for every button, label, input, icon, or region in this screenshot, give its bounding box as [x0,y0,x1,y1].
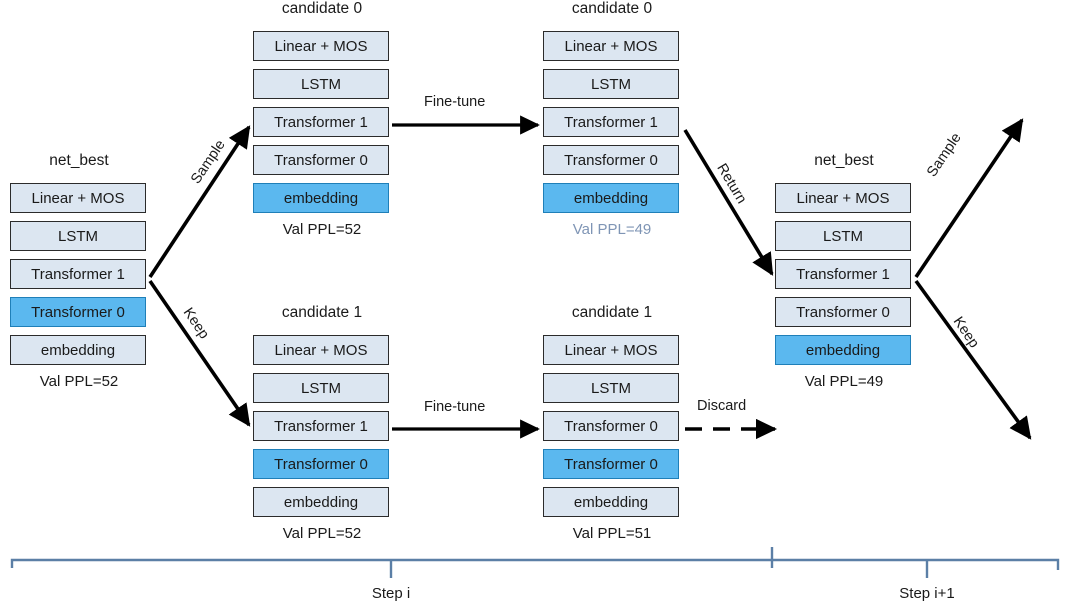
stack-title: candidate 0 [571,0,653,17]
stack-title: candidate 0 [281,0,363,17]
layer-embedding[interactable]: embedding [253,183,389,213]
layer-linear-mos[interactable]: Linear + MOS [775,183,911,213]
layer-lstm[interactable]: LSTM [775,221,911,251]
layer-transformer-0[interactable]: Transformer 0 [543,145,679,175]
stack-caption: Val PPL=52 [282,221,362,238]
layer-transformer-1[interactable]: Transformer 1 [253,411,389,441]
layer-transformer-0-upper[interactable]: Transformer 0 [543,411,679,441]
stack-caption: Val PPL=49 [804,373,884,390]
layer-embedding[interactable]: embedding [10,335,146,365]
layer-lstm[interactable]: LSTM [10,221,146,251]
stack-title: candidate 1 [281,304,363,321]
arrow-keep-left [148,279,251,427]
stack-caption: Val PPL=49 [572,221,652,238]
layer-embedding[interactable]: embedding [253,487,389,517]
layer-lstm[interactable]: LSTM [253,373,389,403]
layer-transformer-0-lower[interactable]: Transformer 0 [543,449,679,479]
stack-caption: Val PPL=51 [572,525,652,542]
layer-embedding[interactable]: embedding [543,183,679,213]
layer-linear-mos[interactable]: Linear + MOS [253,31,389,61]
diagram-canvas: net_best Linear + MOS LSTM Transformer 1… [0,0,1071,610]
arrow-sample-left [148,125,251,278]
stack-title: net_best [814,152,874,169]
arrow-label-fine-tune-top: Fine-tune [424,94,486,110]
step-label-next: Step i+1 [899,585,955,602]
bracket-step-i-next [772,558,1060,570]
arrow-keep-right [914,279,1032,440]
layer-transformer-1[interactable]: Transformer 1 [10,259,146,289]
layer-lstm[interactable]: LSTM [253,69,389,99]
layer-transformer-0[interactable]: Transformer 0 [775,297,911,327]
stack-caption: Val PPL=52 [282,525,362,542]
layer-embedding[interactable]: embedding [543,487,679,517]
layer-transformer-0[interactable]: Transformer 0 [253,449,389,479]
layer-embedding[interactable]: embedding [775,335,911,365]
layer-linear-mos[interactable]: Linear + MOS [10,183,146,213]
layer-linear-mos[interactable]: Linear + MOS [543,31,679,61]
layer-transformer-1[interactable]: Transformer 1 [775,259,911,289]
layer-linear-mos[interactable]: Linear + MOS [543,335,679,365]
stack-caption: Val PPL=52 [39,373,119,390]
layer-lstm[interactable]: LSTM [543,69,679,99]
layer-transformer-1[interactable]: Transformer 1 [543,107,679,137]
layer-transformer-0[interactable]: Transformer 0 [253,145,389,175]
layer-linear-mos[interactable]: Linear + MOS [253,335,389,365]
layer-transformer-1[interactable]: Transformer 1 [253,107,389,137]
stack-title: candidate 1 [571,304,653,321]
stack-title: net_best [49,152,109,169]
arrow-sample-right [914,118,1024,279]
step-label-current: Step i [371,585,411,602]
arrow-label-discard: Discard [697,398,747,414]
arrow-return [683,129,774,276]
arrow-label-fine-tune-bottom: Fine-tune [424,399,486,415]
layer-lstm[interactable]: LSTM [543,373,679,403]
layer-transformer-0[interactable]: Transformer 0 [10,297,146,327]
